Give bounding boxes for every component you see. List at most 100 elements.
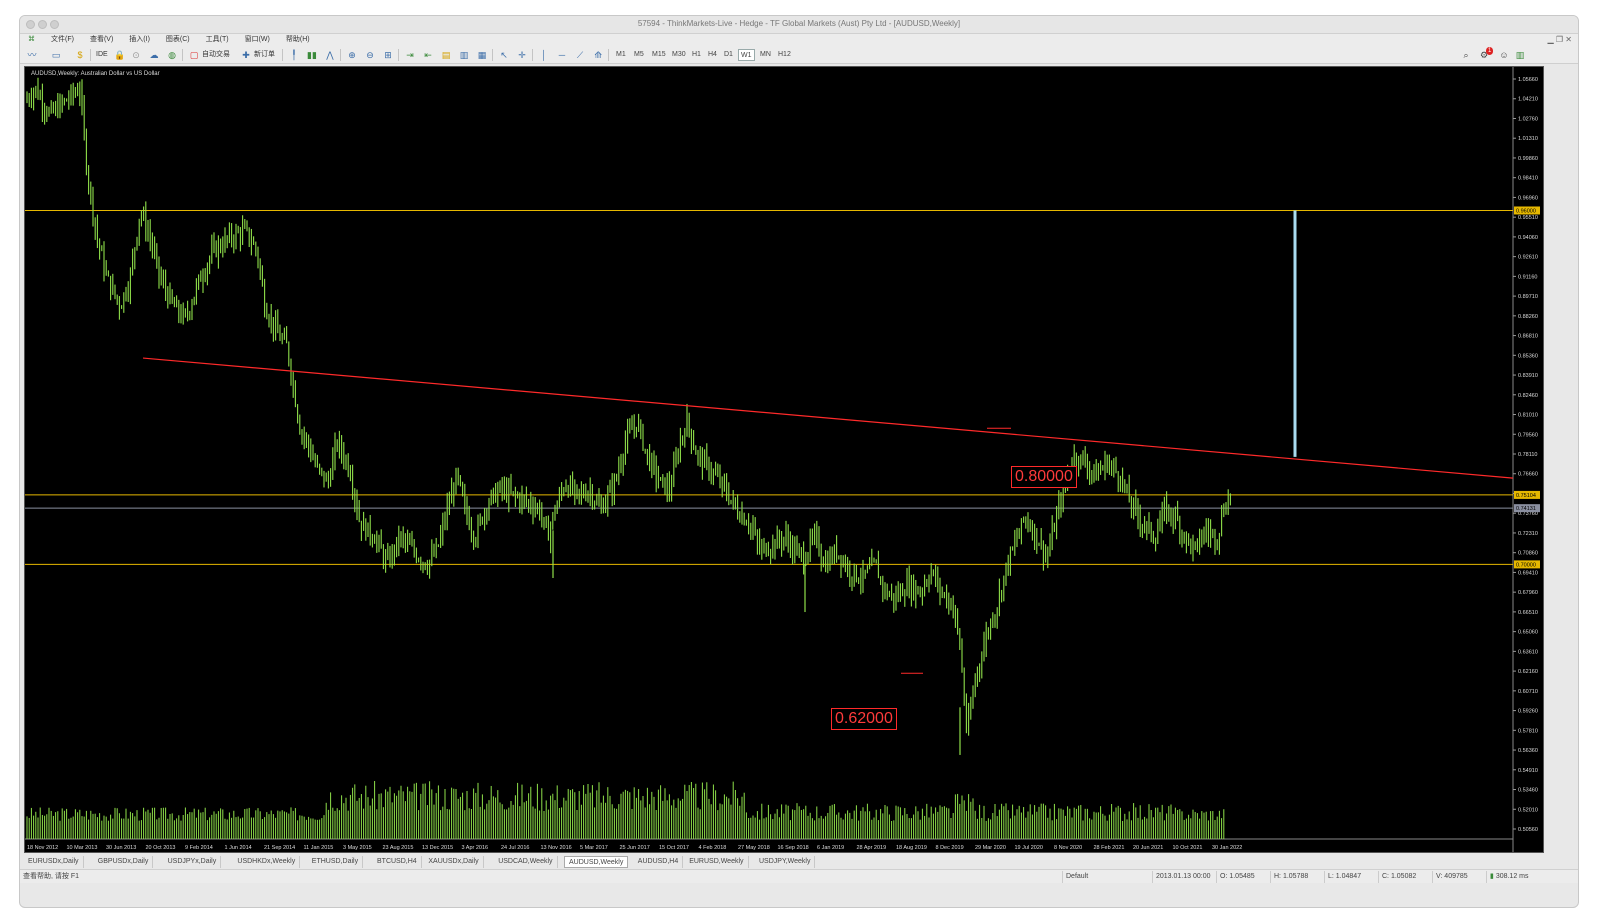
restore-icon[interactable]: ❐ [1556, 35, 1563, 44]
annotation-high-label[interactable]: 0.80000 [1011, 466, 1077, 488]
tf-m5[interactable]: M5 [632, 49, 646, 61]
lock-icon[interactable]: 🔒 [114, 49, 126, 61]
account-icon[interactable]: ☺ [1498, 49, 1510, 61]
cursor-icon[interactable]: ↖ [498, 49, 510, 61]
tf-h4[interactable]: H4 [706, 49, 719, 61]
app-menu-icon[interactable]: ⌘ [20, 34, 43, 46]
profiles-icon[interactable]: ▭ [50, 49, 62, 61]
zoom-out-icon[interactable]: ⊖ [364, 49, 376, 61]
status-low: L: 1.04847 [1324, 871, 1364, 883]
child-window-controls: ▁ ❐ ✕ [1548, 34, 1573, 46]
objects-icon[interactable]: ⟰ [592, 49, 604, 61]
candlestick-icon[interactable]: ▮▮ [306, 49, 318, 61]
menu-charts[interactable]: 图表(C) [158, 34, 198, 46]
menu-view[interactable]: 查看(V) [82, 34, 121, 46]
globe-icon[interactable]: ◍ [166, 49, 178, 61]
horizontal-line-icon[interactable]: ─ [556, 49, 568, 61]
menu-help[interactable]: 帮助(H) [278, 34, 318, 46]
menu-tools[interactable]: 工具(T) [198, 34, 237, 46]
chart-tab[interactable]: USDJPY,Weekly [755, 856, 816, 868]
chart-shift-icon[interactable]: ⇤ [422, 49, 434, 61]
price-tick-label: 0.60710 [1518, 689, 1538, 695]
tf-m1[interactable]: M1 [614, 49, 628, 61]
templates-icon[interactable]: ▦ [476, 49, 488, 61]
chart-tab[interactable]: XAUUSDx,Daily [424, 856, 484, 868]
vertical-line-icon[interactable]: │ [538, 49, 550, 61]
price-tick-label: 0.70860 [1518, 551, 1538, 557]
support-line-tag-label: 0.70000 [1516, 562, 1536, 568]
tf-h1[interactable]: H1 [690, 49, 703, 61]
status-help: 查看帮助, 请按 F1 [23, 873, 80, 880]
new-order-icon[interactable]: ✚ [240, 49, 252, 61]
status-close: C: 1.05082 [1378, 871, 1419, 883]
chart-tab[interactable]: ETHUSD,Daily [308, 856, 364, 868]
tf-h12[interactable]: H12 [776, 49, 793, 61]
date-tick-label: 25 Jun 2017 [620, 845, 650, 851]
auto-scroll-icon[interactable]: ⇥ [404, 49, 416, 61]
price-tick-label: 1.04210 [1518, 97, 1538, 103]
price-tick-label: 0.62160 [1518, 669, 1538, 675]
price-tick-label: 0.65060 [1518, 630, 1538, 636]
minimize-icon[interactable]: ▁ [1548, 35, 1554, 44]
tf-mn[interactable]: MN [758, 49, 773, 61]
chart-tab[interactable]: USDJPYx,Daily [164, 856, 222, 868]
price-tick-label: 0.67960 [1518, 590, 1538, 596]
date-tick-label: 30 Jun 2013 [106, 845, 136, 851]
chart-tab[interactable]: EURUSDx,Daily [24, 856, 84, 868]
zoom-in-icon[interactable]: ⊕ [346, 49, 358, 61]
price-tick-label: 0.76660 [1518, 472, 1538, 478]
date-tick-label: 16 Sep 2018 [778, 845, 809, 851]
menu-file[interactable]: 文件(F) [43, 34, 82, 46]
menu-window[interactable]: 窗口(W) [237, 34, 278, 46]
tile-windows-icon[interactable]: ⊞ [382, 49, 394, 61]
date-tick-label: 28 Apr 2019 [857, 845, 887, 851]
chart-tab[interactable]: GBPUSDx,Daily [94, 856, 154, 868]
chart-tab[interactable]: EURUSD,Weekly [685, 856, 749, 868]
algo-trading-button[interactable]: 自动交易 [202, 49, 230, 61]
chart-tab[interactable]: USDCAD,Weekly [494, 856, 558, 868]
trendline-icon[interactable]: ⟋ [574, 49, 586, 61]
line-chart-icon[interactable]: ⋀ [324, 49, 336, 61]
ide-button[interactable]: IDE [96, 49, 108, 61]
date-tick-label: 3 Apr 2016 [462, 845, 489, 851]
date-tick-label: 28 Feb 2021 [1094, 845, 1125, 851]
date-tick-label: 29 Mar 2020 [975, 845, 1006, 851]
close-icon[interactable]: ✕ [1565, 35, 1572, 44]
price-tick-label: 0.79560 [1518, 432, 1538, 438]
tf-m15[interactable]: M15 [650, 49, 668, 61]
indicators-icon[interactable]: ▤ [440, 49, 452, 61]
market-watch-icon[interactable]: $ [74, 49, 86, 61]
crosshair-icon[interactable]: ✛ [516, 49, 528, 61]
date-tick-label: 13 Dec 2015 [422, 845, 453, 851]
tf-d1[interactable]: D1 [722, 49, 735, 61]
signals-icon[interactable]: ⊙ [130, 49, 142, 61]
chart-tab[interactable]: BTCUSD,H4 [373, 856, 422, 868]
search-icon[interactable]: ⌕ [1460, 49, 1472, 61]
algo-trading-icon[interactable]: ▢ [188, 49, 200, 61]
price-chart[interactable]: 1.05660 1.04210 1.02760 1.01310 0.99860 0.984… [25, 67, 1543, 852]
date-tick-label: 23 Aug 2015 [383, 845, 414, 851]
cloud-icon[interactable]: ☁ [148, 49, 160, 61]
chart-tab[interactable]: AUDUSD,Weekly [564, 856, 629, 868]
menu-insert[interactable]: 插入(I) [121, 34, 158, 46]
price-tick-label: 0.81010 [1518, 413, 1538, 419]
price-tick-label: 0.95510 [1518, 215, 1538, 221]
date-tick-label: 4 Feb 2018 [699, 845, 727, 851]
toolbar: 〰 ▭ $ IDE 🔒 ⊙ ☁ ◍ ▢ 自动交易 ✚ 新订单 ╿ ▮▮ ⋀ ⊕ … [20, 46, 1578, 64]
price-tick-label: 0.59260 [1518, 709, 1538, 715]
status-open: O: 1.05485 [1216, 871, 1258, 883]
chart-tab[interactable]: USDHKDx,Weekly [233, 856, 301, 868]
date-tick-label: 20 Jun 2021 [1133, 845, 1163, 851]
chart-window[interactable]: 1.05660 1.04210 1.02760 1.01310 0.99860 0.984… [24, 66, 1544, 853]
status-high: H: 1.05788 [1270, 871, 1311, 883]
periods-icon[interactable]: ▥ [458, 49, 470, 61]
tf-m30[interactable]: M30 [670, 49, 688, 61]
price-tick-label: 0.78110 [1518, 452, 1537, 458]
annotation-low-label[interactable]: 0.62000 [831, 708, 897, 730]
price-tick-label: 1.02760 [1518, 116, 1538, 122]
tf-w1[interactable]: W1 [738, 49, 755, 61]
chart-tab[interactable]: AUDUSD,H4 [634, 856, 684, 868]
new-order-button[interactable]: 新订单 [254, 49, 275, 61]
chart-type-icon[interactable]: 〰 [26, 49, 38, 61]
bar-chart-icon[interactable]: ╿ [288, 49, 300, 61]
